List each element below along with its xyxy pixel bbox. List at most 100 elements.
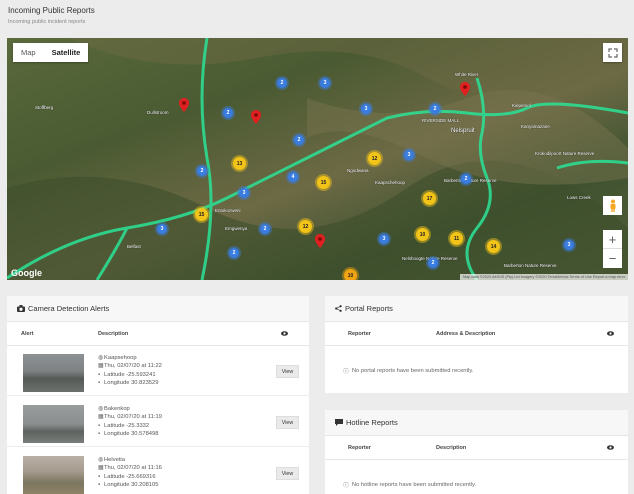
- eye-icon: [607, 445, 614, 450]
- report-cluster[interactable]: 10: [416, 228, 429, 241]
- place-label: RIVERSIDE MALL: [422, 118, 460, 123]
- alert-latitude: Latitude -25.669316: [104, 473, 156, 480]
- report-cluster[interactable]: 3: [404, 150, 414, 160]
- place-label: Emgwenya: [225, 226, 248, 231]
- satellite-map[interactable]: Map Satellite + − Google Map data ©2020 …: [7, 38, 628, 280]
- portal-reports-column-header: Reporter Address & Description: [325, 322, 628, 346]
- zoom-control: + −: [603, 230, 622, 268]
- report-cluster[interactable]: 2: [277, 78, 287, 88]
- place-label: Dullstroom: [147, 110, 169, 115]
- fullscreen-button[interactable]: [603, 43, 622, 62]
- map-type-toggle: Map Satellite: [13, 43, 89, 62]
- reporter-column-label: Reporter: [348, 444, 371, 451]
- report-cluster[interactable]: 3: [157, 224, 167, 234]
- camera-icon: [17, 305, 25, 312]
- place-label: Lows Creek: [567, 195, 591, 200]
- comment-icon: [335, 419, 343, 426]
- report-cluster[interactable]: 15: [317, 176, 330, 189]
- zoom-out-button[interactable]: −: [603, 249, 622, 268]
- report-cluster[interactable]: 13: [233, 157, 246, 170]
- place-label: Kiepersol: [512, 103, 531, 108]
- report-cluster[interactable]: 3: [379, 234, 389, 244]
- alert-thumbnail[interactable]: [23, 354, 84, 392]
- place-label: Barberton Nature Reserve: [504, 263, 557, 268]
- alert-thumbnail[interactable]: [23, 405, 84, 443]
- location-marker-icon[interactable]: [315, 234, 325, 248]
- alert-location: Kaapsehoop: [104, 355, 137, 361]
- portal-reports-title: Portal Reports: [345, 304, 393, 313]
- alert-column-label: Alert: [21, 330, 34, 337]
- alert-row: ◍Kaapsehoop ▦Thu, 02/07/20 at 11:22 ▪ Lat…: [7, 348, 309, 396]
- report-cluster[interactable]: 2: [223, 108, 233, 118]
- fullscreen-icon: [607, 47, 618, 58]
- alert-longitude: Longitude 30.578498: [104, 431, 159, 438]
- alert-location: Bakenkop: [104, 406, 130, 412]
- location-marker-icon[interactable]: [460, 82, 470, 96]
- location-marker-icon[interactable]: [251, 110, 261, 124]
- report-cluster[interactable]: 11: [450, 232, 463, 245]
- report-cluster[interactable]: 3: [320, 78, 330, 88]
- report-cluster[interactable]: 2: [428, 258, 438, 268]
- map-type-satellite-button[interactable]: Satellite: [44, 43, 89, 62]
- alert-location: Helvetia: [104, 457, 125, 463]
- report-cluster[interactable]: 12: [299, 220, 312, 233]
- place-label: White River: [455, 72, 479, 77]
- report-cluster[interactable]: 3: [239, 188, 249, 198]
- place-label: Entokozweni: [215, 208, 241, 213]
- alert-description: ◍Kaapsehoop ▦Thu, 02/07/20 at 11:22 ▪ Lat…: [98, 354, 162, 388]
- map-attribution[interactable]: Map data ©2020 AfriGIS (Pty) Ltd Imagery…: [459, 274, 628, 280]
- alert-longitude: Longitude 30.823529: [104, 380, 159, 387]
- map-type-map-button[interactable]: Map: [13, 43, 44, 62]
- zoom-in-button[interactable]: +: [603, 230, 622, 249]
- camera-alerts-column-header: Alert Description: [7, 322, 309, 346]
- description-column-label: Description: [98, 330, 129, 337]
- report-cluster[interactable]: 3: [361, 104, 371, 114]
- description-column-label: Description: [436, 444, 467, 451]
- page-subtitle: Incoming public incident reports: [8, 19, 86, 25]
- reporter-column-label: Reporter: [348, 330, 371, 337]
- info-icon: ⓘ: [343, 369, 349, 375]
- alert-row: ◍Helvetia ▦Thu, 02/07/20 at 11:16 ▪ Latit…: [7, 450, 309, 494]
- hotline-reports-column-header: Reporter Description: [325, 436, 628, 460]
- report-cluster[interactable]: 14: [487, 240, 500, 253]
- eye-icon: [607, 331, 614, 336]
- report-cluster[interactable]: 2: [294, 135, 304, 145]
- report-cluster[interactable]: 2: [260, 224, 270, 234]
- view-alert-button[interactable]: View: [276, 467, 299, 480]
- report-cluster[interactable]: 2: [430, 104, 440, 114]
- camera-alerts-panel: Camera Detection Alerts Alert Descriptio…: [7, 296, 309, 494]
- portal-reports-header: Portal Reports: [325, 296, 628, 322]
- street-view-pegman[interactable]: [603, 196, 622, 215]
- hotline-reports-empty-message: ⓘ No hotline reports have been submitted…: [343, 481, 477, 490]
- portal-reports-empty-message: ⓘ No portal reports have been submitted …: [343, 367, 474, 376]
- info-icon: ⓘ: [343, 483, 349, 489]
- eye-icon: [281, 331, 288, 336]
- report-cluster[interactable]: 10: [344, 269, 357, 280]
- view-alert-button[interactable]: View: [276, 416, 299, 429]
- report-cluster[interactable]: 2: [197, 166, 207, 176]
- camera-alerts-title: Camera Detection Alerts: [28, 304, 110, 313]
- report-cluster[interactable]: 15: [195, 208, 208, 221]
- report-cluster[interactable]: 4: [288, 172, 298, 182]
- report-cluster[interactable]: 2: [461, 174, 471, 184]
- view-alert-button[interactable]: View: [276, 365, 299, 378]
- alert-description: ◍Bakenkop ▦Thu, 02/07/20 at 11:19 ▪ Latit…: [98, 405, 162, 439]
- place-label: Stoffberg: [35, 105, 54, 110]
- pegman-icon: [610, 199, 615, 212]
- alert-latitude: Latitude -25.593241: [104, 371, 156, 378]
- report-cluster[interactable]: 12: [368, 152, 381, 165]
- place-label: Kaapschehoop: [375, 180, 406, 185]
- place-label: Belfast: [127, 244, 141, 249]
- report-cluster[interactable]: 3: [564, 240, 574, 250]
- alert-datetime: Thu, 02/07/20 at 11:19: [104, 414, 162, 421]
- share-icon: [335, 305, 342, 312]
- location-marker-icon[interactable]: [179, 98, 189, 112]
- report-cluster[interactable]: 17: [423, 192, 436, 205]
- alert-datetime: Thu, 02/07/20 at 11:16: [104, 465, 162, 472]
- hotline-reports-panel: Hotline Reports Reporter Description ⓘ N…: [325, 410, 628, 494]
- place-label: Nelspruit: [451, 128, 475, 134]
- place-label: Kanyamazane: [521, 124, 550, 129]
- google-logo: Google: [11, 268, 42, 278]
- alert-thumbnail[interactable]: [23, 456, 84, 494]
- report-cluster[interactable]: 2: [229, 248, 239, 258]
